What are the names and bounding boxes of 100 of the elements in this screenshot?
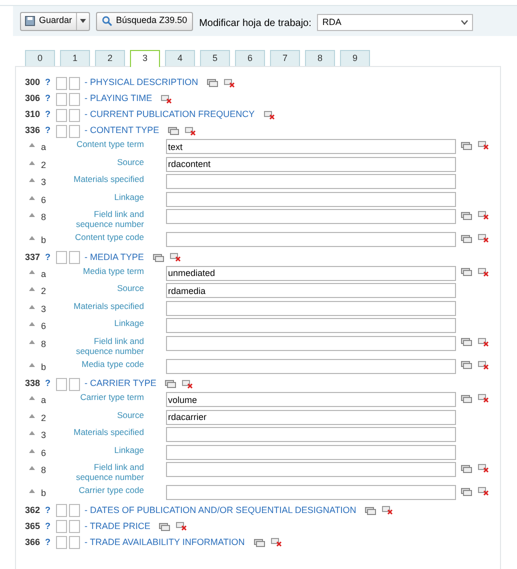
indicator-field[interactable] [68,92,80,106]
field-title[interactable]: - CURRENT PUBLICATION FREQUENCY [84,108,255,122]
move-up-icon[interactable] [29,143,35,147]
repeat-icon[interactable] [461,268,472,276]
subfield-input[interactable]: rdacontent [166,156,456,172]
help-link[interactable]: ? [45,76,50,90]
z3950-search-button[interactable]: Búsqueda Z39.50 [96,12,194,30]
indicator-field[interactable] [56,378,66,390]
repeat-icon[interactable] [165,380,176,388]
repeat-icon[interactable] [168,127,180,135]
tab[interactable]: 5 [200,50,230,66]
repeat-icon[interactable] [159,522,170,530]
tab[interactable]: 2 [95,50,125,66]
delete-icon[interactable] [478,338,489,346]
repeat-icon[interactable] [152,254,164,262]
tab[interactable]: 1 [60,50,90,66]
field-title[interactable]: - CONTENT TYPE [84,124,160,138]
move-up-icon[interactable] [29,396,35,400]
tab[interactable]: 6 [235,50,265,66]
indicator-field[interactable] [68,124,80,138]
field-title[interactable]: - TRADE AVAILABILITY INFORMATION [84,536,245,550]
move-up-icon[interactable] [29,178,35,182]
delete-icon[interactable] [182,380,194,388]
field-title[interactable]: - DATES OF PUBLICATION AND/OR SEQUENTIAL DESIGNATION [84,504,356,518]
save-button[interactable]: Guardar [20,12,90,30]
indicator-field[interactable] [56,92,66,106]
help-link[interactable]: ? [45,250,50,264]
move-up-icon[interactable] [29,489,35,493]
indicator-field[interactable] [56,108,66,122]
tab[interactable]: 8 [305,50,335,66]
tab[interactable]: 3 [130,50,160,67]
delete-icon[interactable] [478,234,489,243]
repeat-icon[interactable] [461,234,472,242]
move-up-icon[interactable] [29,236,35,240]
move-up-icon[interactable] [29,414,35,418]
move-up-icon[interactable] [29,304,35,308]
repeat-icon[interactable] [365,506,376,514]
help-link[interactable]: ? [45,377,50,391]
field-title[interactable]: - PHYSICAL DESCRIPTION [84,76,198,90]
move-up-icon[interactable] [29,466,35,470]
worksheet-select[interactable]: RDA [317,14,474,31]
delete-icon[interactable] [478,141,489,150]
field-title[interactable]: - PLAYING TIME [84,92,152,106]
subfield-input[interactable] [166,485,456,500]
subfield-input[interactable] [166,358,456,374]
move-up-icon[interactable] [29,196,35,200]
move-up-icon[interactable] [29,362,35,366]
repeat-icon[interactable] [461,394,472,402]
delete-icon[interactable] [270,538,282,547]
subfield-input[interactable]: text [166,139,456,154]
move-up-icon[interactable] [29,322,35,326]
move-up-icon[interactable] [29,448,35,452]
help-link[interactable]: ? [45,92,50,106]
delete-icon[interactable] [224,78,236,88]
repeat-icon[interactable] [461,488,472,496]
tab[interactable]: 4 [165,50,195,66]
help-link[interactable]: ? [45,536,50,550]
delete-icon[interactable] [176,522,188,531]
indicator-field[interactable] [56,504,66,517]
indicator-field[interactable] [56,520,66,533]
help-link[interactable]: ? [45,108,50,122]
subfield-input[interactable] [166,462,456,477]
delete-icon[interactable] [478,394,489,403]
repeat-icon[interactable] [461,361,472,369]
field-title[interactable]: - MEDIA TYPE [84,250,144,264]
field-title[interactable]: - TRADE PRICE [84,520,150,534]
delete-icon[interactable] [185,126,196,136]
move-up-icon[interactable] [29,270,35,274]
delete-icon[interactable] [478,268,489,276]
subfield-input[interactable] [166,209,456,224]
indicator-field[interactable] [56,251,66,264]
delete-icon[interactable] [170,253,181,262]
caret-icon[interactable] [80,19,86,23]
move-up-icon[interactable] [29,340,35,344]
tab[interactable]: 9 [340,50,370,66]
subfield-input[interactable] [166,174,456,189]
delete-icon[interactable] [161,94,172,104]
subfield-input[interactable]: unmediated [166,266,456,280]
subfield-input[interactable] [166,192,456,206]
delete-icon[interactable] [478,464,489,473]
tab[interactable]: 7 [270,50,300,66]
repeat-icon[interactable] [461,464,472,472]
indicator-field[interactable] [56,76,66,90]
help-link[interactable]: ? [45,504,50,518]
subfield-input[interactable]: rdamedia [166,283,456,298]
repeat-icon[interactable] [461,142,472,150]
delete-icon[interactable] [478,360,489,370]
delete-icon[interactable] [478,487,489,496]
repeat-icon[interactable] [254,538,265,546]
indicator-field[interactable] [68,504,80,517]
indicator-field[interactable] [68,520,80,533]
delete-icon[interactable] [382,506,394,515]
indicator-field[interactable] [68,251,80,264]
field-title[interactable]: - CARRIER TYPE [84,377,156,391]
repeat-icon[interactable] [461,212,472,220]
subfield-input[interactable] [166,427,456,442]
subfield-input[interactable]: rdacarrier [166,410,456,424]
subfield-input[interactable]: volume [166,392,456,407]
indicator-field[interactable] [68,76,80,90]
subfield-input[interactable] [166,336,456,350]
